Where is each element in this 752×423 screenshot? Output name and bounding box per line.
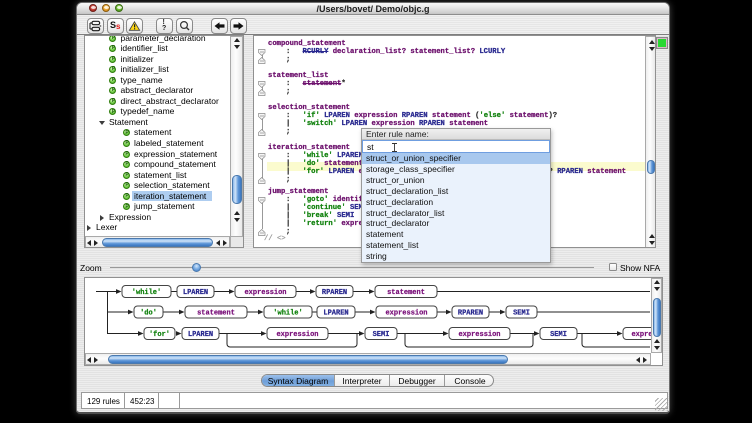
svg-text:SEMI: SEMI [550,331,567,339]
svg-text:expression: expression [385,310,427,318]
svg-text:SEMI: SEMI [373,331,390,339]
svg-text:LPAREN: LPAREN [323,310,348,318]
svg-text:RPAREN: RPAREN [458,310,483,318]
svg-text:expre: expre [631,331,651,339]
svg-text:LPAREN: LPAREN [188,331,213,339]
svg-text:'do': 'do' [140,310,157,318]
svg-text:expression: expression [458,331,500,339]
svg-text:expression: expression [244,289,286,297]
svg-text:SEMI: SEMI [513,310,530,318]
svg-text:statement: statement [387,289,425,297]
svg-text:statement: statement [197,310,235,318]
svg-text:LPAREN: LPAREN [183,289,208,297]
svg-text:'while': 'while' [273,310,302,318]
svg-text:'for': 'for' [149,331,170,339]
svg-text:RPAREN: RPAREN [322,289,347,297]
svg-text:expression: expression [276,331,318,339]
svg-text:'while': 'while' [132,289,161,297]
